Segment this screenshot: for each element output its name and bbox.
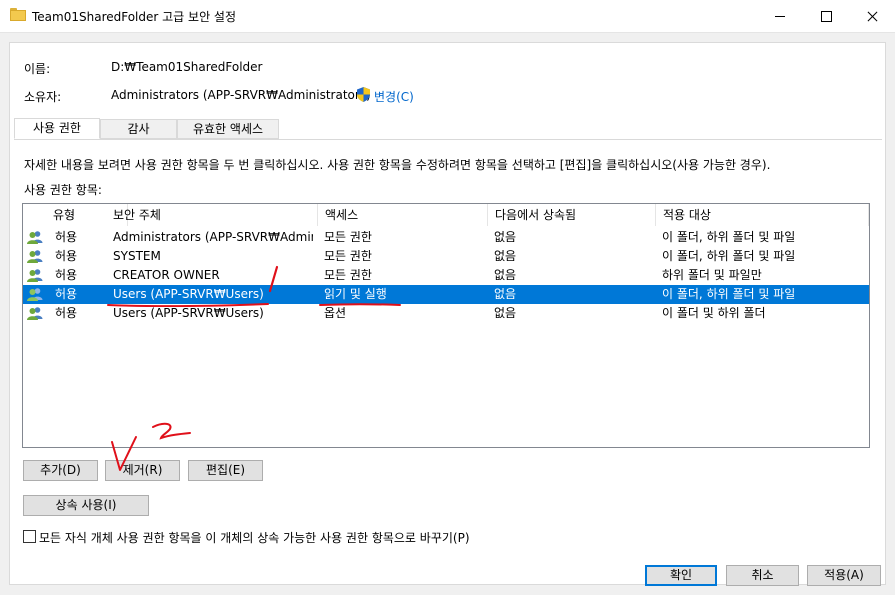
table-row[interactable]: 허용 Administrators (APP-SRVR₩Admini... 모든…	[23, 228, 869, 247]
row-inherited-from: 없음	[494, 287, 517, 301]
users-icon	[27, 269, 43, 282]
replace-child-permissions-checkbox[interactable]	[23, 530, 36, 543]
edit-button[interactable]: 편집(E)	[188, 460, 263, 481]
row-principal: Users (APP-SRVR₩Users)	[113, 287, 264, 301]
row-access: 모든 권한	[324, 230, 372, 244]
tab-effective-access[interactable]: 유효한 액세스	[177, 119, 279, 139]
row-applies-to: 이 폴더, 하위 폴더 및 파일	[662, 287, 796, 301]
row-principal: Administrators (APP-SRVR₩Admini...	[113, 230, 313, 244]
row-type: 허용	[55, 287, 78, 301]
table-row[interactable]: 허용 SYSTEM 모든 권한 없음 이 폴더, 하위 폴더 및 파일	[23, 247, 869, 266]
row-type: 허용	[55, 306, 78, 320]
tab-permissions[interactable]: 사용 권한	[14, 118, 100, 139]
list-header: 유형 보안 주체 액세스 다음에서 상속됨 적용 대상	[23, 204, 869, 226]
users-icon	[27, 288, 43, 301]
table-row-selected[interactable]: 허용 Users (APP-SRVR₩Users) 읽기 및 실행 없음 이 폴…	[23, 285, 869, 304]
row-inherited-from: 없음	[494, 306, 517, 320]
users-icon	[27, 231, 43, 244]
users-icon	[27, 307, 43, 320]
uac-shield-icon	[357, 87, 370, 102]
row-principal: SYSTEM	[113, 249, 161, 263]
add-button[interactable]: 추가(D)	[23, 460, 98, 481]
row-access: 읽기 및 실행	[324, 287, 387, 301]
row-applies-to: 이 폴더 및 하위 폴더	[662, 306, 766, 320]
users-icon	[27, 250, 43, 263]
permission-entries-label: 사용 권한 항목:	[24, 183, 102, 197]
row-principal: Users (APP-SRVR₩Users)	[113, 306, 264, 320]
row-inherited-from: 없음	[494, 268, 517, 282]
close-button[interactable]	[849, 0, 895, 32]
row-applies-to: 하위 폴더 및 파일만	[662, 268, 762, 282]
description-text: 자세한 내용을 보려면 사용 권한 항목을 두 번 클릭하십시오. 사용 권한 …	[24, 158, 771, 172]
column-access[interactable]: 액세스	[318, 204, 488, 226]
row-applies-to: 이 폴더, 하위 폴더 및 파일	[662, 230, 796, 244]
row-type: 허용	[55, 268, 78, 282]
permission-entries-list[interactable]: 유형 보안 주체 액세스 다음에서 상속됨 적용 대상 허용 Administr…	[22, 203, 870, 448]
row-principal: CREATOR OWNER	[113, 268, 220, 282]
tab-divider	[14, 139, 882, 140]
owner-value: Administrators (APP-SRVR₩Administrators)	[111, 88, 371, 102]
title-bar: Team01SharedFolder 고급 보안 설정	[0, 0, 895, 33]
row-type: 허용	[55, 249, 78, 263]
row-access: 옵션	[324, 306, 347, 320]
row-type: 허용	[55, 230, 78, 244]
row-access: 모든 권한	[324, 249, 372, 263]
tab-audit[interactable]: 감사	[100, 119, 177, 139]
table-row[interactable]: 허용 Users (APP-SRVR₩Users) 옵션 없음 이 폴더 및 하…	[23, 304, 869, 323]
ok-button[interactable]: 확인	[645, 565, 717, 586]
folder-icon	[10, 8, 26, 22]
name-label: 이름:	[24, 62, 51, 76]
owner-label: 소유자:	[24, 90, 62, 104]
name-value: D:₩Team01SharedFolder	[111, 60, 263, 74]
row-inherited-from: 없음	[494, 230, 517, 244]
window-title: Team01SharedFolder 고급 보안 설정	[32, 10, 237, 24]
minimize-button[interactable]	[757, 0, 803, 32]
column-applies-to[interactable]: 적용 대상	[656, 204, 869, 226]
table-row[interactable]: 허용 CREATOR OWNER 모든 권한 없음 하위 폴더 및 파일만	[23, 266, 869, 285]
row-applies-to: 이 폴더, 하위 폴더 및 파일	[662, 249, 796, 263]
change-owner-link[interactable]: 변경(C)	[374, 88, 414, 105]
enable-inheritance-button[interactable]: 상속 사용(I)	[23, 495, 149, 516]
cancel-button[interactable]: 취소	[726, 565, 799, 586]
apply-button[interactable]: 적용(A)	[807, 565, 881, 586]
column-principal[interactable]: 보안 주체	[106, 204, 318, 226]
maximize-button[interactable]	[803, 0, 849, 32]
column-inherited-from[interactable]: 다음에서 상속됨	[488, 204, 656, 226]
replace-child-permissions-label: 모든 자식 개체 사용 권한 항목을 이 개체의 상속 가능한 사용 권한 항목…	[39, 531, 470, 545]
row-access: 모든 권한	[324, 268, 372, 282]
row-inherited-from: 없음	[494, 249, 517, 263]
remove-button[interactable]: 제거(R)	[105, 460, 180, 481]
